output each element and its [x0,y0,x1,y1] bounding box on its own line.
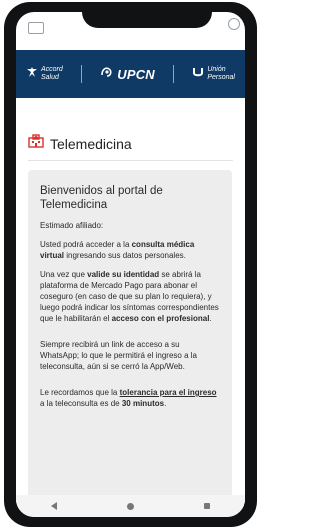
status-icon [28,22,44,34]
header-separator [81,65,83,83]
status-icon [228,18,240,30]
card-paragraph-4: Le recordamos que la tolerancia para el … [40,387,220,409]
accord-logo-icon [26,65,38,83]
p1-text: Usted podrá acceder a la [40,240,132,249]
brand-upcn-text: UPCN [117,66,155,82]
welcome-card: Bienvenidos al portal de Telemedicina Es… [28,170,232,515]
android-nav-bar [16,495,245,517]
p2-text: Una vez que [40,270,88,279]
card-paragraph-3: Siempre recibirá un link de acceso a su … [40,340,197,371]
upcn-logo-icon [100,65,114,83]
p2-bold: valide su identidad [87,270,160,279]
page-title-row: Telemedicina [28,134,132,153]
brand-accord-line1: Accord [41,66,63,73]
phone-screen: Accord Salud UPCN Unión Personal Telemed… [16,12,245,517]
union-logo-icon [192,65,204,83]
brand-union-line2: Personal [207,74,235,81]
p2-bold-2: acceso con el profesional [111,314,210,323]
card-paragraph-2: Una vez que valide su identidad se abrir… [40,269,220,324]
brand-accord-salud: Accord Salud [26,65,63,83]
brand-accord-line2: Salud [41,74,59,81]
recent-apps-icon[interactable] [204,503,210,509]
p4-underlined: tolerancia para el ingreso [119,388,217,397]
p1-text-end: ingresando sus datos personales. [64,251,186,260]
card-paragraph-1: Usted podrá acceder a la consulta médica… [40,239,220,261]
back-icon[interactable] [51,502,57,510]
phone-frame: Accord Salud UPCN Unión Personal Telemed… [4,2,257,527]
hospital-icon [28,134,44,153]
notch [82,12,212,28]
home-icon[interactable] [127,502,134,510]
p4-text-end: . [164,399,167,408]
brand-upcn: UPCN [100,65,155,83]
p4-text: Le recordamos que la [40,388,120,397]
header-separator [173,65,175,83]
p2-text-end: . [209,314,212,323]
brand-union-personal: Unión Personal [192,65,235,83]
p4-text-mid: a la teleconsulta es de [40,399,122,408]
app-header: Accord Salud UPCN Unión Personal [16,50,245,98]
page-title: Telemedicina [50,135,132,152]
main-content: Telemedicina Bienvenidos al portal de Te… [16,98,245,515]
brand-union-line1: Unión [207,66,226,73]
card-heading: Bienvenidos al portal de Telemedicina [40,185,163,211]
title-divider [28,160,233,161]
card-greeting: Estimado afiliado: [40,221,104,230]
p4-bold: 30 minutos [121,399,165,408]
